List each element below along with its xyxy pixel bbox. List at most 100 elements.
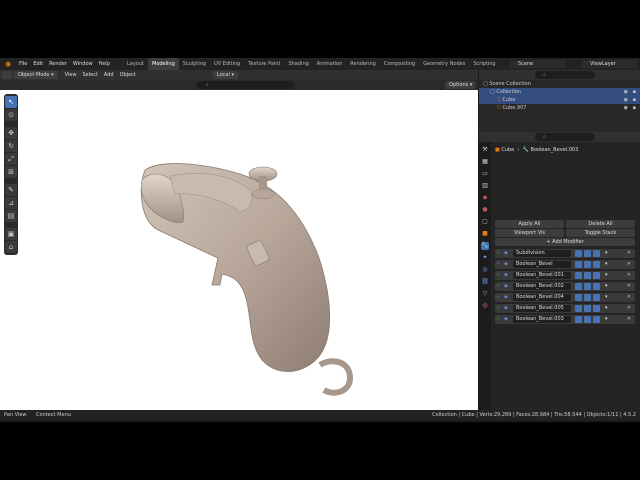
scale-tool-icon[interactable]: ⤢ — [5, 153, 17, 165]
remove-modifier-icon[interactable]: ✕ — [627, 271, 631, 280]
viewport-vis-button[interactable]: Viewport Vis — [495, 229, 564, 237]
outliner-row[interactable]: ▢ Scene Collection — [479, 80, 640, 88]
editor-type-icon[interactable] — [2, 71, 12, 79]
tool-tab-icon[interactable]: ⚒ — [481, 146, 489, 154]
menu-item-file[interactable]: File — [16, 58, 30, 70]
particles-tab-icon[interactable]: ✦ — [481, 254, 489, 262]
modifier-row[interactable]: › ◈ Boolean_Bevel.003 ▾ ✕ — [495, 315, 635, 324]
modifier-row[interactable]: › ◈ Boolean_Bevel.002 ▾ ✕ — [495, 282, 635, 291]
tab-layout[interactable]: Layout — [123, 58, 148, 70]
viewport-toggle-icon[interactable] — [584, 283, 591, 290]
expand-chevron-icon[interactable]: › — [497, 260, 499, 269]
add-modifier-button[interactable]: + Add Modifier — [495, 238, 635, 246]
expand-chevron-icon[interactable]: › — [497, 249, 499, 258]
transform-orientation[interactable]: Local ▾ — [212, 71, 238, 79]
render-toggle-icon[interactable] — [593, 272, 600, 279]
3d-viewport[interactable] — [0, 90, 478, 410]
collection-tab-icon[interactable]: ▢ — [481, 218, 489, 226]
view-layer-tab-icon[interactable]: ▥ — [481, 182, 489, 190]
modifier-row[interactable]: › ◈ Boolean_Bevel ▾ ✕ — [495, 260, 635, 269]
remove-modifier-icon[interactable]: ✕ — [627, 260, 631, 269]
expand-chevron-icon[interactable]: › — [497, 304, 499, 313]
remove-modifier-icon[interactable]: ✕ — [627, 304, 631, 313]
constraints-tab-icon[interactable]: ⛓ — [481, 278, 489, 286]
tab-compositing[interactable]: Compositing — [380, 58, 419, 70]
editmode-toggle-icon[interactable] — [575, 316, 582, 323]
transform-tool-icon[interactable]: ⊞ — [5, 166, 17, 178]
menu-item-render[interactable]: Render — [46, 58, 70, 70]
editmode-toggle-icon[interactable] — [575, 250, 582, 257]
tab-shading[interactable]: Shading — [284, 58, 312, 70]
toggle-stack-button[interactable]: Toggle Stack — [566, 229, 635, 237]
measure-tool-icon[interactable]: ⊿ — [5, 197, 17, 209]
outliner-row[interactable]: ▽ Cube.907 ◉ ▪ — [479, 104, 640, 112]
render-camera-icon[interactable]: ▪ — [633, 96, 636, 104]
blender-logo-icon[interactable]: ◉ — [3, 59, 13, 69]
rotate-tool-icon[interactable]: ↻ — [5, 140, 17, 152]
modifier-dropdown-icon[interactable]: ▾ — [605, 260, 608, 269]
visibility-eye-icon[interactable]: ◉ — [624, 104, 628, 112]
modifier-name-field[interactable]: Boolean_Bevel.002 — [513, 283, 571, 290]
modifier-dropdown-icon[interactable]: ▾ — [605, 282, 608, 291]
editmode-toggle-icon[interactable] — [575, 283, 582, 290]
object-tab-icon[interactable]: ■ — [481, 230, 489, 238]
viewport-toggle-icon[interactable] — [584, 316, 591, 323]
view-layer-selector[interactable]: ViewLayer — [582, 60, 638, 68]
modifier-dropdown-icon[interactable]: ▾ — [605, 315, 608, 324]
expand-chevron-icon[interactable]: › — [497, 315, 499, 324]
render-toggle-icon[interactable] — [593, 261, 600, 268]
viewport-menu-view[interactable]: View — [62, 70, 80, 80]
modifier-row[interactable]: › ◈ Boolean_Bevel.001 ▾ ✕ — [495, 271, 635, 280]
render-camera-icon[interactable]: ▪ — [633, 88, 636, 96]
render-camera-icon[interactable]: ▪ — [633, 104, 636, 112]
tab-sculpting[interactable]: Sculpting — [179, 58, 210, 70]
remove-modifier-icon[interactable]: ✕ — [627, 293, 631, 302]
render-toggle-icon[interactable] — [593, 250, 600, 257]
tab-rendering[interactable]: Rendering — [346, 58, 380, 70]
tab-texture-paint[interactable]: Texture Paint — [244, 58, 284, 70]
scene-selector[interactable]: Scene — [510, 60, 566, 68]
modifier-dropdown-icon[interactable]: ▾ — [605, 271, 608, 280]
modifier-name-field[interactable]: Subdivision — [513, 250, 571, 257]
editmode-toggle-icon[interactable] — [575, 272, 582, 279]
render-tab-icon[interactable]: ▦ — [481, 158, 489, 166]
remove-modifier-icon[interactable]: ✕ — [627, 249, 631, 258]
tab-scripting[interactable]: Scripting — [469, 58, 499, 70]
scene-tab-icon[interactable]: ◆ — [481, 194, 489, 202]
add-cube-tool-icon[interactable]: ▣ — [5, 228, 17, 240]
expand-chevron-icon[interactable]: › — [497, 282, 499, 291]
modifier-name-field[interactable]: Boolean_Bevel.001 — [513, 272, 571, 279]
modifier-dropdown-icon[interactable]: ▾ — [605, 293, 608, 302]
tab-geometry-nodes[interactable]: Geometry Nodes — [419, 58, 469, 70]
move-tool-icon[interactable]: ✥ — [5, 127, 17, 139]
viewport-menu-object[interactable]: Object — [117, 70, 139, 80]
visibility-eye-icon[interactable]: ◉ — [624, 96, 628, 104]
properties-search[interactable]: ⌕ — [535, 133, 595, 141]
modifier-name-field[interactable]: Boolean_Bevel.003 — [513, 316, 571, 323]
annotate-tool-icon[interactable]: ✎ — [5, 184, 17, 196]
modifier-dropdown-icon[interactable]: ▾ — [605, 304, 608, 313]
primitive-tool-icon[interactable]: ⌂ — [5, 241, 17, 253]
ruler-tool-icon[interactable]: ▤ — [5, 210, 17, 222]
modifier-name-field[interactable]: Boolean_Bevel.005 — [513, 305, 571, 312]
viewport-toggle-icon[interactable] — [584, 294, 591, 301]
expand-chevron-icon[interactable]: › — [497, 271, 499, 280]
data-tab-icon[interactable]: ▽ — [481, 290, 489, 298]
menu-item-window[interactable]: Window — [70, 58, 96, 70]
menu-item-edit[interactable]: Edit — [30, 58, 46, 70]
output-tab-icon[interactable]: ▭ — [481, 170, 489, 178]
modifier-row[interactable]: › ◈ Boolean_Bevel.005 ▾ ✕ — [495, 304, 635, 313]
visibility-eye-icon[interactable]: ◉ — [624, 88, 628, 96]
expand-chevron-icon[interactable]: › — [497, 293, 499, 302]
tab-animation[interactable]: Animation — [313, 58, 347, 70]
material-tab-icon[interactable]: ◍ — [481, 302, 489, 310]
remove-modifier-icon[interactable]: ✕ — [627, 315, 631, 324]
viewport-menu-select[interactable]: Select — [79, 70, 100, 80]
render-toggle-icon[interactable] — [593, 316, 600, 323]
editmode-toggle-icon[interactable] — [575, 261, 582, 268]
editmode-toggle-icon[interactable] — [575, 294, 582, 301]
tab-uv-editing[interactable]: UV Editing — [210, 58, 244, 70]
viewport-toggle-icon[interactable] — [584, 305, 591, 312]
outliner-search[interactable]: ⌕ — [535, 71, 595, 79]
viewport-menu-add[interactable]: Add — [101, 70, 117, 80]
